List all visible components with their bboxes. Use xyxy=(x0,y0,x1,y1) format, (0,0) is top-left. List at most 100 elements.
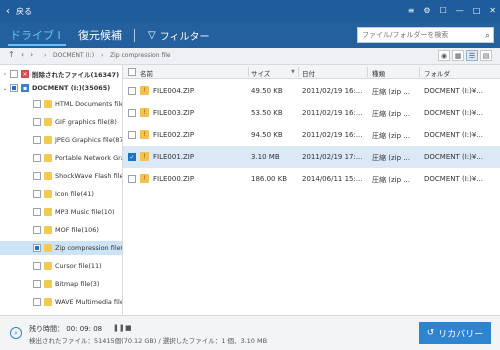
tree-item-label: Bitmap file(3) xyxy=(55,280,100,288)
row-checkbox[interactable]: ✓ xyxy=(128,153,136,161)
row-checkbox[interactable] xyxy=(128,131,136,139)
tab-drive[interactable]: ドライブ I xyxy=(10,29,61,43)
table-row[interactable]: ! FILE002.ZIP 94.50 KB 2011/02/19 16:...… xyxy=(123,124,500,146)
tree-item-folder[interactable]: GIF graphics file(8) xyxy=(0,115,122,129)
expand-icon[interactable]: › xyxy=(0,71,10,78)
tree-checkbox[interactable] xyxy=(33,190,41,198)
file-size: 186.00 KB xyxy=(251,175,288,183)
column-header-date[interactable]: 日付 xyxy=(302,68,315,78)
zip-file-icon: ! xyxy=(140,152,149,161)
file-date: 2011/02/19 17:... xyxy=(302,153,363,161)
column-header-folder[interactable]: フォルダ xyxy=(424,68,450,78)
file-name: FILE001.ZIP xyxy=(153,153,195,161)
column-divider[interactable] xyxy=(298,67,299,77)
table-row-selected[interactable]: ✓ ! FILE001.ZIP 3.10 MB 2011/02/19 17:..… xyxy=(123,146,500,168)
file-folder: DOCMENT (I:)¥... xyxy=(424,109,484,117)
pause-icon[interactable]: ❚❚ xyxy=(113,324,125,332)
stop-icon[interactable]: ■ xyxy=(125,324,132,332)
tree-item-folder[interactable]: MP3 Music file(10) xyxy=(0,205,122,219)
tree-checkbox[interactable] xyxy=(10,84,18,92)
file-type: 圧縮 (zip ... xyxy=(372,132,410,140)
folder-icon xyxy=(44,100,52,108)
tree-item-label: HTML Documents file( xyxy=(55,100,123,108)
breadcrumb-item-drive[interactable]: DOCMENT (I:) xyxy=(53,52,94,59)
collapse-icon[interactable]: ⌄ xyxy=(0,85,10,92)
tree-item-folder[interactable]: JPEG Graphics file(87) xyxy=(0,133,122,147)
tree-item-folder[interactable]: Cursor file(11) xyxy=(0,259,122,273)
tree-checkbox[interactable] xyxy=(33,298,41,306)
tree-checkbox[interactable] xyxy=(33,208,41,216)
breadcrumb-item-folder[interactable]: Zip compression file xyxy=(110,52,171,59)
back-label: 戻る xyxy=(16,6,32,16)
column-divider[interactable] xyxy=(248,67,249,77)
tree-item-folder[interactable]: Portable Network Gra xyxy=(0,151,122,165)
tree-checkbox[interactable] xyxy=(33,154,41,162)
detail-view-icon[interactable]: ☰ xyxy=(466,50,478,61)
tree-item-folder[interactable]: HTML Documents file( xyxy=(0,97,123,111)
table-row[interactable]: ! FILE000.ZIP 186.00 KB 2014/06/11 15:..… xyxy=(123,168,500,190)
tree-checkbox[interactable] xyxy=(33,118,41,126)
tree-item-folder[interactable]: Bitmap file(3) xyxy=(0,277,122,291)
tree-item-folder[interactable]: ShockWave Flash file( xyxy=(0,169,122,183)
folder-icon xyxy=(44,262,52,270)
tree-checkbox[interactable] xyxy=(33,100,41,108)
zip-file-icon: ! xyxy=(140,108,149,117)
search-icon[interactable]: ⌕ xyxy=(485,29,490,43)
row-checkbox[interactable] xyxy=(128,109,136,117)
column-header-type[interactable]: 種類 xyxy=(372,68,385,78)
tree-item-label: GIF graphics file(8) xyxy=(55,118,117,126)
select-all-checkbox[interactable] xyxy=(128,68,136,76)
tree-checkbox[interactable] xyxy=(33,136,41,144)
tab-divider xyxy=(134,29,135,42)
zip-file-icon: ! xyxy=(140,86,149,95)
tree-item-drive[interactable]: ⌄ ▪ DOCMENT (I:)(35065) xyxy=(0,81,122,95)
tree-item-label: Icon file(41) xyxy=(55,190,94,198)
file-name: FILE002.ZIP xyxy=(153,131,195,139)
tree-checkbox[interactable] xyxy=(33,226,41,234)
tab-recovery-candidates[interactable]: 復元候補 xyxy=(78,29,122,43)
zip-file-icon: ! xyxy=(140,174,149,183)
filter-button[interactable]: ▽ フィルター xyxy=(148,28,210,43)
tree-checkbox[interactable] xyxy=(33,262,41,270)
file-name: FILE004.ZIP xyxy=(153,87,195,95)
tree-item-folder[interactable]: Icon file(41) xyxy=(0,187,122,201)
list-view-icon[interactable]: ▦ xyxy=(452,50,464,61)
tree-item-deleted-files[interactable]: › × 削除されたファイル(16347) xyxy=(0,67,122,81)
tree-item-folder[interactable]: WAVE Multimedia file xyxy=(0,295,122,309)
sort-down-icon[interactable]: ▼ xyxy=(291,69,295,75)
column-header-size[interactable]: サイズ xyxy=(251,68,270,78)
grid-view-icon[interactable]: ▤ xyxy=(480,50,492,61)
tree-checkbox[interactable] xyxy=(33,172,41,180)
row-checkbox[interactable] xyxy=(128,175,136,183)
back-button[interactable]: ‹ 戻る xyxy=(6,4,32,18)
tree-checkbox[interactable] xyxy=(33,244,41,252)
filter-label: フィルター xyxy=(159,32,210,43)
table-row[interactable]: ! FILE004.ZIP 49.50 KB 2011/02/19 16:...… xyxy=(123,80,500,102)
forward-arrow-icon[interactable]: › xyxy=(30,50,33,59)
recover-label: リカバリー xyxy=(438,329,484,340)
tree-item-folder-selected[interactable]: Zip compression file(5 xyxy=(0,241,122,255)
breadcrumb-separator: › xyxy=(101,52,104,59)
column-header-name[interactable]: 名前 xyxy=(140,68,153,78)
up-arrow-icon[interactable]: ↑ xyxy=(8,50,15,59)
feedback-icon[interactable]: ☐ xyxy=(440,4,447,18)
search-box[interactable]: ⌕ xyxy=(357,27,494,43)
back-arrow-icon[interactable]: ‹ xyxy=(21,50,24,59)
tree-item-folder[interactable]: MOF file(106) xyxy=(0,223,122,237)
menu-icon[interactable]: ≡ xyxy=(408,4,415,18)
tree-checkbox[interactable] xyxy=(33,280,41,288)
tree-item-label: 削除されたファイル(16347) xyxy=(32,71,120,79)
column-divider[interactable] xyxy=(419,67,420,77)
minimize-icon[interactable]: — xyxy=(456,4,464,18)
row-checkbox[interactable] xyxy=(128,87,136,95)
tree-checkbox[interactable] xyxy=(10,70,18,78)
table-row[interactable]: ! FILE003.ZIP 53.50 KB 2011/02/19 16:...… xyxy=(123,102,500,124)
gear-icon[interactable]: ⚙ xyxy=(423,4,430,18)
search-input[interactable] xyxy=(362,28,480,42)
column-divider[interactable] xyxy=(367,67,368,77)
file-type: 圧縮 (zip ... xyxy=(372,176,410,184)
recover-button[interactable]: ↺ リカバリー xyxy=(419,322,491,344)
preview-icon[interactable]: ◉ xyxy=(438,50,450,61)
close-icon[interactable]: ✕ xyxy=(489,4,496,18)
maximize-icon[interactable]: □ xyxy=(473,4,481,18)
